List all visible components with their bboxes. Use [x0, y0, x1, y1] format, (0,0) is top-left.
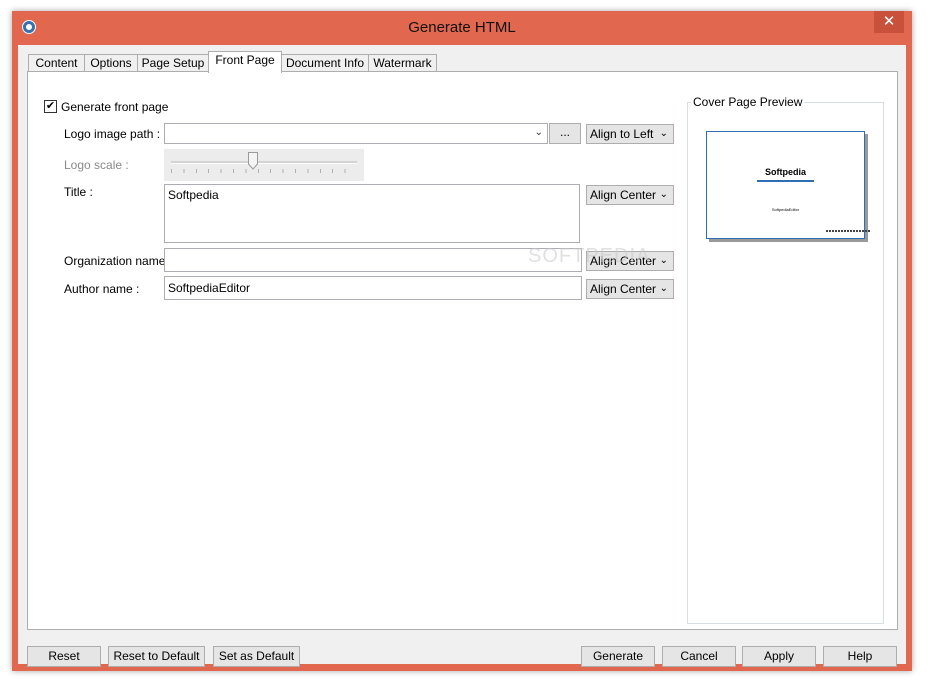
preview-title-underline — [757, 180, 814, 182]
slider-track — [171, 161, 357, 164]
organization-input[interactable] — [164, 248, 582, 272]
reset-to-default-button[interactable]: Reset to Default — [108, 646, 205, 667]
chevron-down-icon: ⌄ — [659, 283, 668, 294]
tab-front-page[interactable]: Front Page — [208, 51, 282, 73]
slider-thumb[interactable] — [248, 152, 258, 170]
chevron-down-icon: ⌄ — [659, 189, 668, 200]
chevron-down-icon: ⌄ — [659, 255, 668, 266]
front-page-panel: ✔ Generate front page Logo image path : … — [27, 71, 898, 630]
preview-footer-text — [826, 230, 870, 232]
preview-author: SoftpediaEditor — [771, 207, 800, 212]
generate-front-page-checkbox[interactable]: ✔ — [44, 100, 57, 113]
title-align-value: Align Center — [590, 188, 657, 202]
tab-content[interactable]: Content — [28, 54, 85, 72]
author-label: Author name : — [64, 282, 140, 296]
title-label: Title : — [64, 185, 93, 199]
title-bar[interactable]: Generate HTML ✕ — [12, 11, 912, 45]
organization-label: Organization name : — [64, 254, 173, 268]
preview-title: Softpedia — [764, 167, 806, 177]
logo-scale-label: Logo scale : — [64, 158, 129, 172]
chevron-down-icon: ⌄ — [659, 128, 668, 139]
slider-ticks — [171, 169, 357, 173]
author-input[interactable]: SoftpediaEditor — [164, 276, 582, 300]
author-align-value: Align Center — [590, 282, 657, 296]
dialog-body: Content Options Page Setup Front Page Do… — [18, 45, 906, 667]
cover-page-thumbnail: Softpedia SoftpediaEditor — [706, 131, 870, 239]
softpedia-watermark: SOFTPEDIA — [528, 245, 651, 267]
logo-align-value: Align to Left — [590, 127, 654, 141]
logo-path-combo[interactable]: ⌄ — [164, 123, 548, 144]
apply-button[interactable]: Apply — [742, 646, 816, 667]
cancel-button[interactable]: Cancel — [662, 646, 736, 667]
generate-button[interactable]: Generate — [581, 646, 655, 667]
logo-scale-slider[interactable] — [164, 149, 364, 181]
cover-preview-group: Cover Page Preview Softpedia SoftpediaEd… — [687, 95, 884, 624]
set-as-default-button[interactable]: Set as Default — [213, 646, 300, 667]
window-title: Generate HTML — [408, 19, 516, 36]
logo-align-select[interactable]: Align to Left ⌄ — [586, 124, 674, 144]
author-align-select[interactable]: Align Center ⌄ — [586, 279, 674, 299]
help-button[interactable]: Help — [823, 646, 897, 667]
tab-options[interactable]: Options — [84, 54, 138, 72]
tab-watermark[interactable]: Watermark — [368, 54, 437, 72]
dialog-window: Generate HTML ✕ Content Options Page Set… — [12, 11, 912, 671]
cover-preview-title: Cover Page Preview — [691, 95, 805, 109]
close-button[interactable]: ✕ — [874, 11, 904, 33]
tab-page-setup[interactable]: Page Setup — [137, 54, 209, 72]
reset-button[interactable]: Reset — [27, 646, 101, 667]
tab-document-info[interactable]: Document Info — [281, 54, 369, 72]
logo-path-label: Logo image path : — [64, 127, 161, 141]
browse-button[interactable]: ... — [549, 123, 581, 144]
title-textarea[interactable]: Softpedia — [164, 184, 580, 243]
chevron-down-icon[interactable]: ⌄ — [535, 127, 543, 138]
generate-front-page-label[interactable]: Generate front page — [61, 100, 168, 114]
title-align-select[interactable]: Align Center ⌄ — [586, 185, 674, 205]
